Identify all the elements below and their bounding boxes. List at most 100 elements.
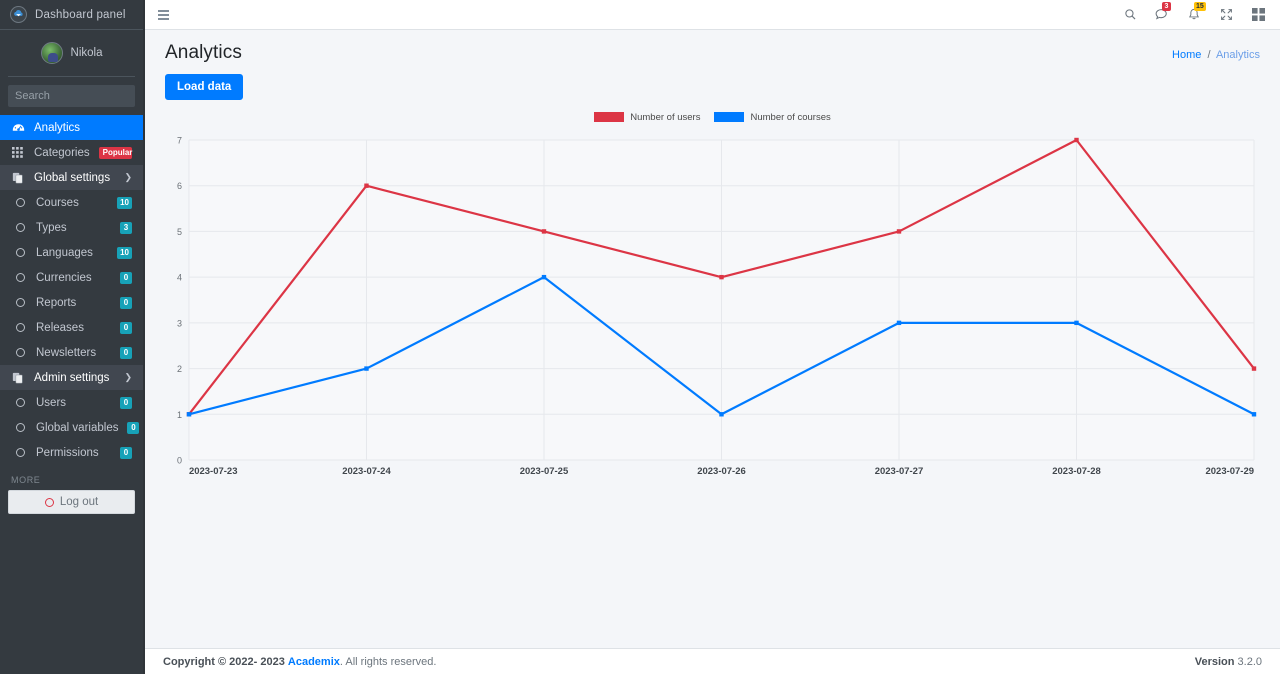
status-badge: Popular xyxy=(98,146,132,159)
search-input[interactable] xyxy=(8,85,135,107)
power-off-icon xyxy=(44,497,54,507)
legend-label: Number of users xyxy=(630,111,701,123)
breadcrumb-home[interactable]: Home xyxy=(1172,49,1201,61)
circle-icon xyxy=(14,398,27,407)
sidebar-item-languages[interactable]: Languages 10 xyxy=(0,240,143,265)
data-point xyxy=(1251,366,1257,371)
y-axis-tick-label: 7 xyxy=(177,135,182,145)
copyright-text: Copyright © 2022- 2023 Academix. All rig… xyxy=(163,656,436,668)
sidebar-item-label: Analytics xyxy=(34,121,81,134)
sidebar-item-label: Releases xyxy=(36,321,84,334)
sidebar-item-admin-settings[interactable]: Admin settings ❯ xyxy=(0,365,143,390)
brand-header[interactable]: Dashboard panel xyxy=(0,0,143,30)
sidebar-item-types[interactable]: Types 3 xyxy=(0,215,143,240)
sidebar-item-permissions[interactable]: Permissions 0 xyxy=(0,440,143,465)
sidebar-item-label: Users xyxy=(36,396,67,409)
circle-icon xyxy=(14,273,27,282)
x-axis-tick-label: 2023-07-27 xyxy=(875,466,923,477)
line-chart[interactable]: 0 1 2 3 4 5 6 7 2023-07-23 2023-07-24 2023-07-25 20… xyxy=(163,128,1262,488)
sidebar-item-categories[interactable]: Categories Popular xyxy=(0,140,143,165)
y-axis-tick-label: 1 xyxy=(177,410,182,420)
content-header: Analytics Home / Analytics xyxy=(145,30,1280,64)
sidebar-item-analytics[interactable]: Analytics xyxy=(0,115,143,140)
data-point xyxy=(1074,137,1079,143)
chart-svg: 0 1 2 3 4 5 6 7 2023-07-23 2023-07-24 2023-07-25 20… xyxy=(177,135,1257,477)
sidebar-item-global-variables[interactable]: Global variables 0 xyxy=(0,415,143,440)
app-root: Dashboard panel Nikola Search Analytics … xyxy=(0,0,1280,674)
chat-icon[interactable]: 3 xyxy=(1154,1,1171,23)
sidebar-item-newsletters[interactable]: Newsletters 0 xyxy=(0,340,143,365)
count-badge: 10 xyxy=(117,196,132,209)
breadcrumb-separator: / xyxy=(1207,49,1211,61)
y-axis-tick-label: 4 xyxy=(177,273,182,283)
sidebar-item-global-settings[interactable]: Global settings ❯ xyxy=(0,165,143,190)
user-panel[interactable]: Nikola xyxy=(8,30,135,77)
sidebar-item-label: Currencies xyxy=(36,271,92,284)
widgets-icon[interactable] xyxy=(1250,7,1266,23)
legend-swatch-users xyxy=(594,112,625,122)
avatar xyxy=(40,42,63,64)
circle-icon xyxy=(14,198,27,207)
copy-icon xyxy=(11,172,25,184)
sidebar-item-releases[interactable]: Releases 0 xyxy=(0,315,143,340)
chart-container: Number of users Number of courses 0 1 2 3 4 5… xyxy=(145,100,1280,648)
breadcrumb-current: Analytics xyxy=(1215,49,1260,61)
brand-link[interactable]: Academix xyxy=(288,656,340,668)
sidebar-item-label: Global settings xyxy=(34,171,111,184)
toolbar: Load data xyxy=(145,64,1280,100)
sidebar-item-label: Global variables xyxy=(36,421,119,434)
count-badge: 3 xyxy=(120,221,132,234)
data-point xyxy=(186,412,192,417)
circle-icon xyxy=(14,323,27,332)
data-point xyxy=(719,412,724,417)
notification-badge: 15 xyxy=(1194,1,1206,11)
sidebar-item-label: Types xyxy=(36,221,67,234)
load-data-button[interactable]: Load data xyxy=(165,74,244,100)
topbar-actions: 3 15 xyxy=(1122,1,1266,23)
tachometer-icon xyxy=(11,121,25,134)
data-point xyxy=(541,274,547,280)
circle-icon xyxy=(14,448,27,457)
logout-button[interactable]: Log out xyxy=(8,490,135,514)
sidebar-nav: Analytics Categories Popular Global sett… xyxy=(0,115,143,674)
search-box[interactable] xyxy=(8,85,135,107)
bell-icon[interactable]: 15 xyxy=(1186,1,1206,23)
count-badge: 0 xyxy=(120,321,132,334)
sidebar-item-label: Languages xyxy=(36,246,93,259)
legend-swatch-courses xyxy=(714,112,745,122)
data-point xyxy=(541,229,547,234)
data-point xyxy=(719,274,724,280)
sidebar-item-reports[interactable]: Reports 0 xyxy=(0,290,143,315)
hamburger-icon[interactable] xyxy=(155,7,172,23)
count-badge: 0 xyxy=(120,396,132,409)
chart-legend: Number of users Number of courses xyxy=(163,110,1262,124)
sidebar-item-currencies[interactable]: Currencies 0 xyxy=(0,265,143,290)
circle-icon xyxy=(14,223,27,232)
x-axis-tick-label: 2023-07-26 xyxy=(697,466,745,477)
sidebar-item-users[interactable]: Users 0 xyxy=(0,390,143,415)
y-axis-tick-label: 6 xyxy=(177,181,182,191)
logout-label: Log out xyxy=(59,496,99,508)
count-badge: 0 xyxy=(127,421,140,434)
version-label: Version xyxy=(1194,655,1235,668)
logout-container: Log out xyxy=(0,490,143,524)
version-info: Version 3.2.0 xyxy=(1195,656,1262,668)
count-badge: 0 xyxy=(120,271,132,284)
top-navbar: 3 15 xyxy=(145,0,1280,30)
search-icon[interactable] xyxy=(1122,7,1138,23)
page-title: Analytics xyxy=(165,42,242,63)
data-point xyxy=(1074,320,1079,326)
sidebar-item-courses[interactable]: Courses 10 xyxy=(0,190,143,215)
sidebar-item-label: Newsletters xyxy=(36,346,97,359)
legend-item-users[interactable]: Number of users xyxy=(594,112,700,123)
legend-item-courses[interactable]: Number of courses xyxy=(714,112,831,123)
count-badge: 0 xyxy=(120,346,132,359)
copyright-suffix: . All rights reserved. xyxy=(339,655,437,668)
count-badge: 10 xyxy=(117,246,132,259)
x-axis-tick-label: 2023-07-24 xyxy=(342,466,391,477)
circle-icon xyxy=(14,298,27,307)
x-axis-tick-label: 2023-07-25 xyxy=(520,466,569,477)
data-point xyxy=(364,366,369,371)
data-point xyxy=(364,183,369,188)
expand-icon[interactable] xyxy=(1218,7,1234,23)
